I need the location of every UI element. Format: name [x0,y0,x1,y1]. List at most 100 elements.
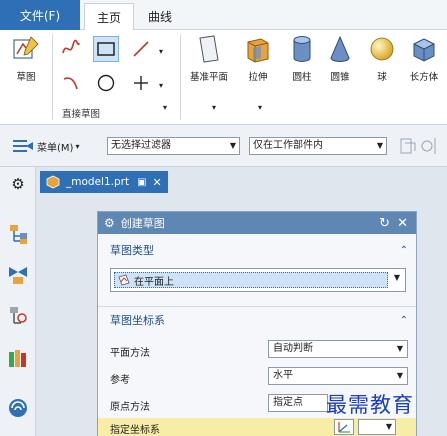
block-icon [412,38,436,62]
chevron-down-icon: ▼ [396,344,403,353]
tab-curve[interactable]: 曲线 [140,3,180,30]
chevron-down-icon: ▼ [385,422,392,431]
ribbon-separator [52,34,53,120]
datum-plane-icon [199,35,219,63]
reference-value: 水平 [273,370,293,381]
selection-filter-combo[interactable]: 无选择过滤器 ▼ [107,137,240,155]
rectangle-tool[interactable] [93,36,119,62]
section-divider [98,306,416,307]
sketch-type-combo[interactable]: 在平面上 ▼ [110,268,406,292]
part-navigator-icon[interactable] [7,223,29,245]
circle-icon [97,74,115,92]
chevron-down-icon: ▼ [229,141,236,150]
collapse-caret-icon: ⌃ [399,244,408,256]
block-button[interactable]: 长方体 [404,34,444,83]
chevron-down-icon: ▾ [158,80,163,90]
assembly-navigator-icon[interactable] [7,263,29,285]
extrude-label: 拉伸 [248,72,268,83]
close-icon[interactable]: ✕ [397,216,408,231]
dialog-title-bar: ⚙ 创建草图 ↻ ✕ [98,212,416,234]
gear-icon[interactable]: ⚙ [104,216,115,230]
csys-type-dropdown[interactable]: ▼ [358,419,396,435]
datum-plane-dropdown[interactable]: ▾ [207,100,221,114]
arc-tool[interactable] [58,70,84,96]
specify-csys-row[interactable]: 指定坐标系 ▼ [98,418,416,436]
snap-tools-button[interactable] [397,135,441,160]
chevron-down-icon: ▾ [211,102,216,112]
collapse-caret-icon: ⌃ [399,314,408,326]
plane-method-label: 平面方法 [110,348,150,359]
circle-tool[interactable] [93,70,119,96]
chevron-down-icon: ▼ [396,371,403,380]
specify-csys-label: 指定坐标系 [110,425,160,436]
more-tools-dropdown[interactable]: ▾ [154,38,168,64]
tab-options-icon[interactable]: ▣ [137,177,146,188]
constraint-navigator-icon[interactable] [7,305,29,327]
chevron-down-icon: ▾ [158,46,163,56]
reuse-library-icon[interactable] [7,347,29,369]
sketch-type-value: 在平面上 [134,276,174,288]
line-tool[interactable] [128,36,154,62]
line-icon [133,41,149,57]
origin-method-value: 指定点 [273,397,303,408]
sphere-icon [370,37,394,61]
menu-label: 菜单(M) [37,142,74,154]
menu-button[interactable]: 菜单(M) ▾ [12,138,79,154]
chevron-down-icon: ▾ [162,102,167,112]
direct-sketch-group-label: 直接草图 [62,109,101,120]
origin-method-label: 原点方法 [110,402,150,413]
reset-icon[interactable]: ↻ [379,216,390,231]
plane-method-combo[interactable]: 自动判断 ▼ [268,340,408,358]
chevron-down-icon: ▼ [376,141,383,150]
extrude-dropdown[interactable]: ▾ [253,100,267,114]
settings-gear-icon[interactable]: ⚙ [7,175,29,197]
tab-home[interactable]: 主页 [84,3,134,30]
cone-label: 圆锥 [330,72,350,83]
rectangle-icon [97,42,115,56]
chevron-down-icon: ▼ [393,273,400,282]
studio-spline-tool[interactable] [58,36,84,62]
csys-icon [338,422,350,433]
group-options-dropdown[interactable]: ▾ [158,100,172,114]
part-file-icon [46,175,60,189]
close-icon[interactable]: ✕ [153,176,162,189]
selection-filter-value: 无选择过滤器 [111,140,171,151]
block-label: 长方体 [409,72,439,83]
cylinder-button[interactable]: 圆柱 [284,34,320,83]
document-tab-label: _model1.prt [66,176,130,188]
point-tool[interactable] [128,70,154,96]
chevron-down-icon: ▾ [75,141,80,151]
arc-icon [63,77,78,90]
csys-dialog-button[interactable] [334,419,354,435]
document-tab[interactable]: _model1.prt ▣ ✕ [40,171,168,193]
cone-icon [330,35,350,62]
dialog-title: 创建草图 [120,217,165,230]
sphere-button[interactable]: 球 [364,34,400,83]
origin-method-combo[interactable]: 指定点 [268,394,328,412]
more-tools-dropdown-2[interactable]: ▾ [154,72,168,98]
datum-plane-label: 基准平面 [189,72,228,83]
chevron-down-icon: ▾ [257,102,262,112]
cylinder-icon [293,36,311,62]
datum-plane-button[interactable]: 基准平面 [186,34,232,83]
sketch-type-section-header[interactable]: 草图类型 ⌃ [98,239,416,261]
selection-scope-value: 仅在工作部件内 [253,140,323,151]
snap-icon [400,138,436,154]
selection-scope-combo[interactable]: 仅在工作部件内 ▼ [249,137,387,155]
ribbon: 草图 ▾ ▾ 直接草图 ▾ 基准平面 拉伸 圆柱 圆锥 球 长方体 ▾ ▾ [0,30,447,125]
resource-bar: ⚙ [0,167,36,436]
cone-button[interactable]: 圆锥 [322,34,358,83]
sketch-icon [13,36,39,59]
plus-icon [134,76,148,90]
extrude-icon [247,38,269,63]
extrude-button[interactable]: 拉伸 [238,34,278,83]
sketch-button[interactable]: 草图 [6,34,46,83]
file-menu-tab[interactable]: 文件(F) [0,0,80,30]
sketch-csys-section-header[interactable]: 草图坐标系 ⌃ [98,309,416,331]
reference-combo[interactable]: 水平 ▼ [268,367,408,385]
web-browser-icon[interactable] [7,397,29,419]
plane-method-value: 自动判断 [273,343,313,354]
ribbon-separator [180,34,181,120]
menu-icon [13,140,33,152]
sphere-label: 球 [377,72,387,83]
